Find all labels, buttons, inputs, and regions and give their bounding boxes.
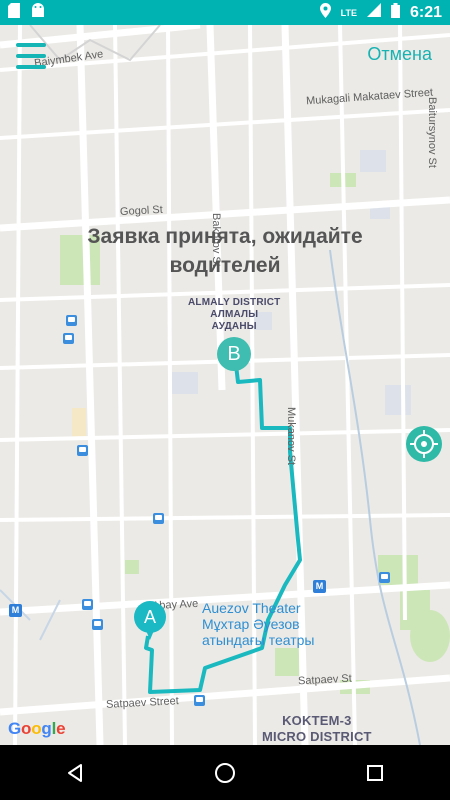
poi-auezov-line3: атындағы театры	[202, 632, 315, 648]
bus-stop-icon[interactable]	[194, 695, 205, 706]
cancel-button[interactable]: Отмена	[367, 44, 432, 65]
sd-card-icon	[8, 2, 20, 23]
district-almaly-line2: АЛМАЛЫ	[210, 309, 259, 320]
bus-stop-icon[interactable]	[92, 619, 103, 630]
district-koktem-line1: KOKTEM-3	[282, 713, 352, 728]
crosshair-icon	[410, 430, 438, 458]
bus-stop-icon[interactable]	[153, 513, 164, 524]
battery-icon	[390, 2, 400, 23]
home-button[interactable]	[205, 753, 245, 793]
map-view[interactable]: Baiymbek Ave Mukagali Makataev Street Ba…	[0, 25, 450, 745]
google-logo-letter: o	[21, 719, 32, 738]
district-almaly-line3: АУДАНЫ	[211, 321, 257, 332]
hamburger-icon-bar	[16, 65, 46, 69]
bus-stop-icon[interactable]	[63, 333, 74, 344]
order-status-line1: Заявка принята, ожидайте	[87, 225, 363, 248]
android-icon	[30, 3, 46, 22]
origin-marker-pointer	[145, 628, 155, 640]
hamburger-icon-bar	[16, 43, 46, 47]
status-right: LTE 6:21	[319, 2, 442, 23]
district-label-almaly: ALMALY DISTRICT АЛМАЛЫ АУДАНЫ	[188, 297, 280, 333]
my-location-button[interactable]	[406, 426, 442, 462]
google-logo-letter: G	[8, 719, 22, 738]
back-button[interactable]	[55, 753, 95, 793]
google-logo-letter: g	[41, 719, 52, 738]
bus-stop-icon[interactable]	[82, 599, 93, 610]
google-logo-letter: e	[56, 719, 66, 738]
google-logo: Google	[8, 719, 66, 739]
signal-icon	[366, 3, 381, 22]
system-navigation-bar	[0, 745, 450, 800]
poi-label-auezov-theater[interactable]: Auezov Theater Мұхтар Әуезов атындағы те…	[202, 600, 314, 648]
order-status-line2: водителей	[169, 254, 281, 277]
destination-marker[interactable]: B	[217, 337, 251, 371]
hamburger-icon-bar	[16, 54, 46, 58]
status-bar: LTE 6:21	[0, 0, 450, 25]
street-label-baitursynov: Baitursynov St	[426, 97, 438, 168]
google-logo-letter: o	[31, 719, 42, 738]
poi-auezov-line1: Auezov Theater	[202, 600, 301, 616]
district-almaly-line1: ALMALY DISTRICT	[188, 297, 281, 308]
metro-station-icon[interactable]: M	[9, 604, 22, 617]
lte-label: LTE	[340, 7, 357, 18]
back-triangle-icon	[68, 763, 82, 782]
recents-button[interactable]	[355, 753, 395, 793]
status-time: 6:21	[409, 3, 442, 21]
district-koktem-line2: MICRO DISTRICT	[262, 729, 372, 744]
recents-square-icon	[367, 764, 383, 781]
status-left	[8, 2, 46, 23]
district-label-koktem: KOKTEM-3 MICRO DISTRICT	[262, 713, 372, 745]
bus-stop-icon[interactable]	[66, 315, 77, 326]
street-label-mukanov: Mukanov St	[285, 407, 297, 466]
street-label-gogol: Gogol St	[119, 203, 164, 219]
poi-auezov-line2: Мұхтар Әуезов	[202, 616, 300, 632]
menu-button[interactable]	[16, 43, 46, 69]
location-icon	[319, 2, 331, 23]
order-status-message: Заявка принята, ожидайте водителей	[0, 222, 450, 280]
bus-stop-icon[interactable]	[379, 572, 390, 583]
metro-station-icon[interactable]: M	[313, 580, 326, 593]
bus-stop-icon[interactable]	[77, 445, 88, 456]
home-circle-icon	[215, 762, 235, 783]
